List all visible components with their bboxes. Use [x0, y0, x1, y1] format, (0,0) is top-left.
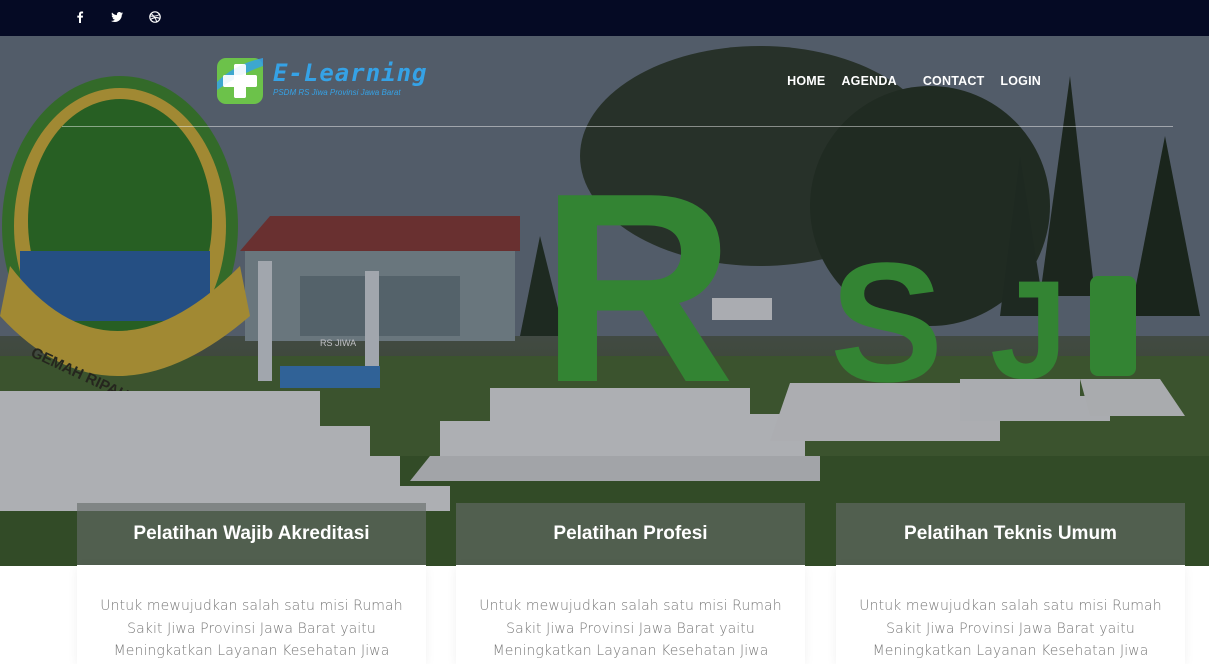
hero-overlay	[0, 36, 1209, 566]
logo-subtitle: PSDM RS Jiwa Provinsi Jawa Barat	[273, 88, 401, 97]
main-nav: HOME AGENDA CONTACT LOGIN	[787, 74, 1041, 88]
social-topbar	[0, 0, 1209, 36]
nav-login[interactable]: LOGIN	[1000, 74, 1041, 88]
site-logo[interactable]: E-Learning PSDM RS Jiwa Provinsi Jawa Ba…	[215, 56, 428, 108]
card-header: Pelatihan Teknis Umum	[836, 503, 1185, 565]
facebook-icon[interactable]	[73, 10, 87, 24]
medical-cross-logo-icon	[217, 58, 263, 104]
hero-banner: GEMAH RIPAH REPEH RAPIH R S J RS JIWA	[0, 36, 1209, 566]
card-title: Pelatihan Teknis Umum	[904, 523, 1117, 544]
nav-divider	[62, 126, 1173, 127]
logo-title: E-Learning	[273, 59, 428, 87]
card-description: Untuk mewujudkan salah satu misi Rumah S…	[859, 598, 1162, 659]
card-header: Pelatihan Profesi	[456, 503, 805, 565]
twitter-icon[interactable]	[110, 10, 124, 24]
card-body: Untuk mewujudkan salah satu misi Rumah S…	[836, 565, 1185, 664]
card-description: Untuk mewujudkan salah satu misi Rumah S…	[479, 598, 782, 659]
card-title: Pelatihan Wajib Akreditasi	[133, 523, 370, 544]
card-title: Pelatihan Profesi	[553, 523, 708, 544]
nav-home[interactable]: HOME	[787, 74, 825, 88]
nav-agenda[interactable]: AGENDA	[841, 74, 896, 88]
card-body: Untuk mewujudkan salah satu misi Rumah S…	[456, 565, 805, 664]
nav-contact[interactable]: CONTACT	[923, 74, 985, 88]
card-body: Untuk mewujudkan salah satu misi Rumah S…	[77, 565, 426, 664]
card-pelatihan-wajib-akreditasi[interactable]: Pelatihan Wajib Akreditasi Untuk mewujud…	[77, 503, 426, 664]
card-pelatihan-teknis-umum[interactable]: Pelatihan Teknis Umum Untuk mewujudkan s…	[836, 503, 1185, 664]
card-description: Untuk mewujudkan salah satu misi Rumah S…	[100, 598, 403, 659]
card-header: Pelatihan Wajib Akreditasi	[77, 503, 426, 565]
dribbble-icon[interactable]	[148, 10, 162, 24]
card-pelatihan-profesi[interactable]: Pelatihan Profesi Untuk mewujudkan salah…	[456, 503, 805, 664]
